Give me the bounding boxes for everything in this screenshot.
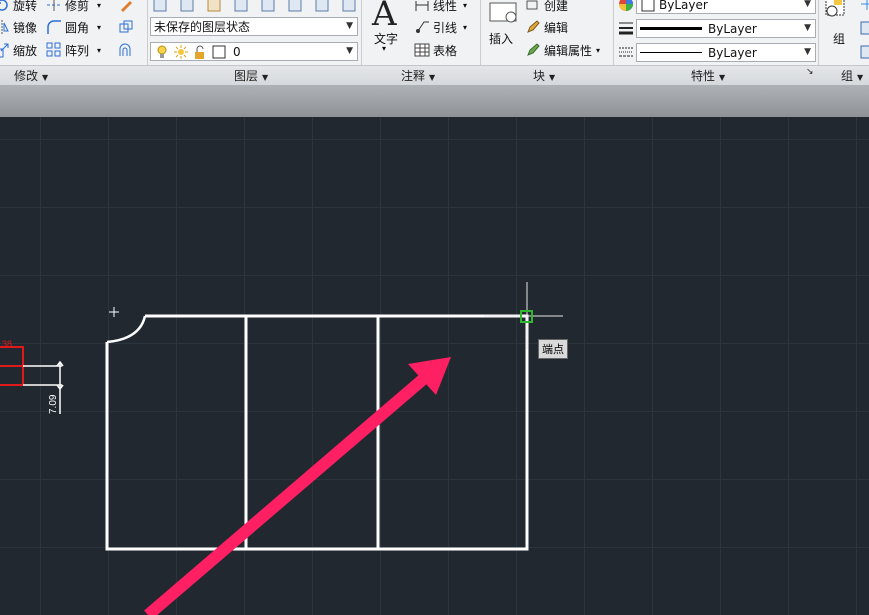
leader-button[interactable]: 引线 ▾ [414, 16, 467, 38]
snap-tooltip: 端点 [538, 339, 568, 359]
layer-tool-icon[interactable] [206, 0, 222, 13]
eraser-icon [118, 0, 134, 13]
drawing-svg: 38 7.09 [0, 282, 563, 615]
rotate-icon [0, 0, 10, 13]
lightbulb-icon [154, 44, 170, 60]
color-dropdown[interactable]: ByLayer ▼ [636, 0, 816, 14]
erase-button[interactable] [118, 0, 137, 16]
trim-icon [46, 0, 62, 13]
dimension-top-text: 38 [2, 339, 12, 349]
drawing-canvas[interactable]: 38 7.09 端点 [0, 117, 869, 615]
annotation-panel-title[interactable]: 注释 ▼ [401, 67, 435, 84]
chevron-down-icon: ▼ [804, 23, 811, 33]
groups-panel-title[interactable]: 组 ▼ [841, 67, 863, 84]
array-icon [46, 42, 62, 58]
layer-tool-icon[interactable] [260, 0, 276, 13]
lineweight-dropdown[interactable]: ByLayer ▼ [636, 19, 816, 38]
insert-button[interactable]: 插入 [485, 0, 525, 60]
lineweight-icon[interactable] [618, 20, 634, 36]
block-panel-title[interactable]: 块 ▼ [533, 67, 555, 84]
layer-tool-icon[interactable] [314, 0, 330, 13]
layer-tool-icon[interactable] [341, 0, 357, 13]
edit-attributes-button[interactable]: 编辑属性 ▾ [525, 39, 600, 61]
color-swatch-icon [640, 0, 656, 13]
red-dimension: 38 [0, 339, 24, 386]
scale-button[interactable]: 缩放 [0, 39, 37, 61]
text-button[interactable]: A 文字 ▾ [362, 0, 410, 60]
expand-triangle-icon: ▼ [719, 73, 726, 82]
properties-panel-title[interactable]: 特性 ▼ [691, 67, 725, 84]
sun-icon [173, 44, 189, 60]
offset-icon [118, 42, 134, 58]
expand-triangle-icon: ▼ [857, 73, 864, 82]
copy-button[interactable] [118, 16, 137, 38]
expand-triangle-icon: ▼ [262, 73, 269, 82]
expand-triangle-icon: ▼ [42, 73, 49, 82]
layer-tool-icon[interactable] [287, 0, 303, 13]
linetype-dropdown[interactable]: ByLayer ▼ [636, 43, 816, 62]
mirror-icon [0, 19, 10, 35]
layer-tool-icon[interactable] [152, 0, 168, 13]
offset-button[interactable] [118, 39, 137, 61]
text-a-icon: A [372, 0, 397, 34]
color-swatch-icon [211, 44, 227, 60]
unlock-icon [192, 44, 208, 60]
layer-tools-row [152, 0, 360, 16]
layer-dropdown[interactable]: 0 ▼ [150, 42, 358, 61]
insert-block-icon [489, 2, 519, 24]
crosshair-marker [109, 307, 119, 317]
ungroup-icon[interactable] [859, 0, 869, 12]
layer-state-dropdown[interactable]: 未保存的图层状态 ▼ [150, 17, 358, 36]
layer-tool-icon[interactable] [179, 0, 195, 13]
fillet-icon [46, 19, 62, 35]
rectangle-outline [105, 314, 529, 551]
edit-pencil-icon [525, 19, 541, 35]
modify-panel-title[interactable]: 修改 ▼ [14, 67, 48, 84]
linetype-icon[interactable] [618, 44, 634, 60]
chevron-down-icon: ▼ [346, 46, 353, 56]
mirror-button[interactable]: 镜像 [0, 16, 37, 38]
edit-block-button[interactable]: 编辑 [525, 16, 568, 38]
array-button[interactable]: 阵列 ▾ [46, 39, 101, 61]
chevron-down-icon: ▼ [804, 47, 811, 57]
linetype-sample [640, 52, 702, 53]
chevron-down-icon: ▼ [804, 0, 811, 9]
fillet-arc [106, 315, 147, 344]
layer-tool-icon[interactable] [233, 0, 249, 13]
linear-dimension-icon [414, 0, 430, 13]
file-tab-strip [0, 85, 869, 117]
create-block-button[interactable]: 创建 [525, 0, 568, 16]
group-icon[interactable] [825, 0, 847, 22]
lineweight-sample [640, 27, 702, 30]
ribbon: 旋转 镜像 缩放 修剪 ▾ 圆角 ▾ 阵列 ▾ 未保存的图层状态 ▼ 0 ▼ A… [0, 0, 869, 85]
table-icon [414, 42, 430, 58]
color-wheel-icon[interactable] [618, 0, 634, 12]
create-block-icon [525, 0, 541, 13]
trim-button[interactable]: 修剪 ▾ [46, 0, 101, 16]
drawn-rectangle[interactable] [105, 314, 529, 551]
expand-triangle-icon: ▼ [549, 73, 556, 82]
chevron-down-icon: ▼ [346, 21, 353, 31]
expand-triangle-icon: ▼ [429, 73, 436, 82]
scale-icon [0, 42, 10, 58]
dimension-side-text: 7.09 [48, 394, 59, 414]
table-button[interactable]: 表格 [414, 39, 457, 61]
copy-icon [118, 19, 134, 35]
group-select-icon[interactable] [859, 44, 869, 60]
edit-attributes-icon [525, 42, 541, 58]
properties-dialog-launcher-icon[interactable]: ↘ [806, 67, 814, 77]
annotation-arrow [144, 357, 451, 615]
linear-dimension-button[interactable]: 线性 ▾ [414, 0, 467, 16]
layers-panel-title[interactable]: 图层 ▼ [234, 67, 268, 84]
group-edit-icon[interactable] [859, 20, 869, 36]
rotate-button[interactable]: 旋转 [0, 0, 37, 16]
leader-icon [414, 19, 430, 35]
fillet-button[interactable]: 圆角 ▾ [46, 16, 101, 38]
